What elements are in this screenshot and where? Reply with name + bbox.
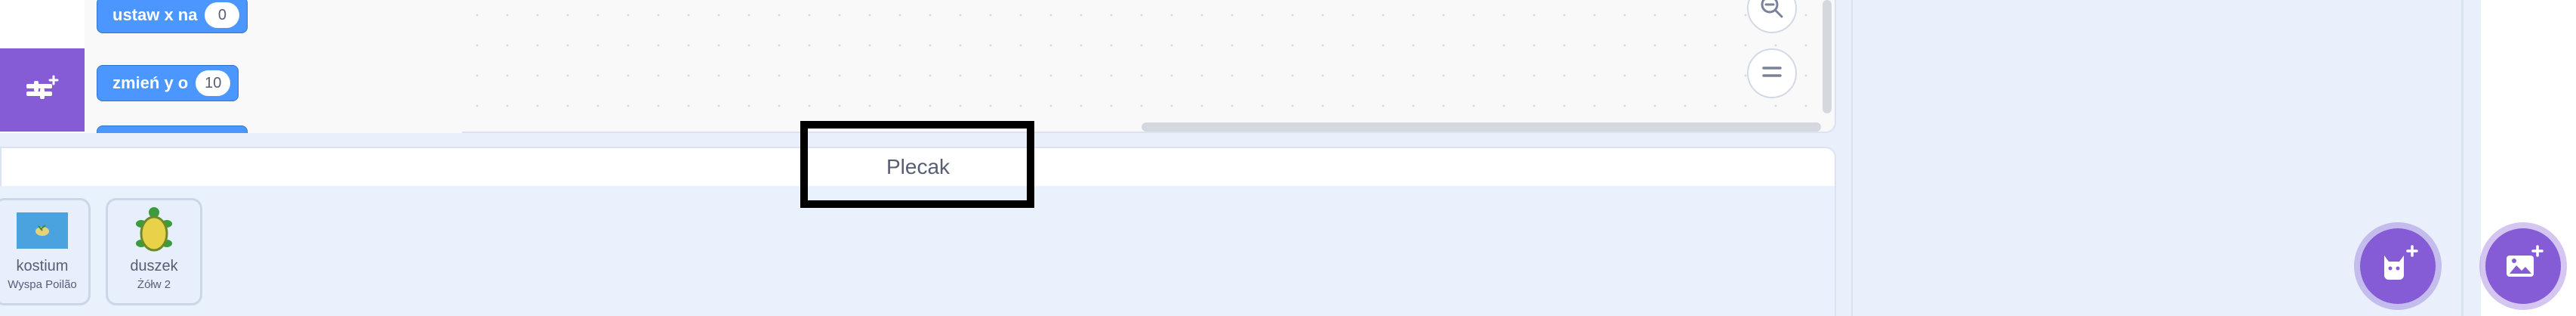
choose-sprite-icon — [2377, 244, 2419, 288]
add-extension-button[interactable] — [0, 48, 85, 132]
horizontal-scrollbar[interactable] — [1142, 122, 1821, 132]
zoom-out-button[interactable] — [1747, 0, 1797, 33]
choose-backdrop-button[interactable] — [2485, 228, 2561, 304]
change-y-block[interactable]: zmień y o 10 — [97, 65, 239, 101]
island-costume-thumbnail — [16, 209, 69, 252]
zoom-reset-icon — [1761, 64, 1783, 83]
backpack-item-costume[interactable]: kostium Wyspa Poilão — [0, 198, 91, 305]
backpack-item-subtitle: Wyspa Poilão — [8, 278, 77, 291]
add-extension-icon — [23, 73, 61, 107]
change-y-label: zmień y o — [112, 73, 189, 92]
zoom-reset-button[interactable] — [1747, 48, 1797, 98]
next-motion-block[interactable] — [97, 125, 248, 133]
backpack-item-name: kostium — [16, 258, 69, 274]
turtle-sprite-thumbnail — [128, 207, 180, 252]
set-x-label: ustaw x na — [112, 5, 198, 24]
zoom-out-icon — [1758, 0, 1786, 24]
backpack-item-name: duszek — [130, 258, 178, 274]
change-y-input[interactable]: 10 — [196, 70, 231, 96]
backpack-item-subtitle: Żółw 2 — [137, 278, 171, 291]
vertical-scrollbar[interactable] — [1823, 0, 1832, 113]
set-x-block[interactable]: ustaw x na 0 — [97, 0, 248, 33]
set-x-input[interactable]: 0 — [205, 2, 240, 28]
blocks-palette: ustaw x na 0 zmień y o 10 — [85, 0, 463, 133]
script-area[interactable] — [462, 0, 1836, 133]
choose-sprite-button[interactable] — [2360, 228, 2436, 304]
backpack-item-sprite[interactable]: duszek Żółw 2 — [106, 198, 202, 305]
highlight-box — [800, 121, 1034, 208]
choose-backdrop-icon — [2502, 244, 2544, 288]
